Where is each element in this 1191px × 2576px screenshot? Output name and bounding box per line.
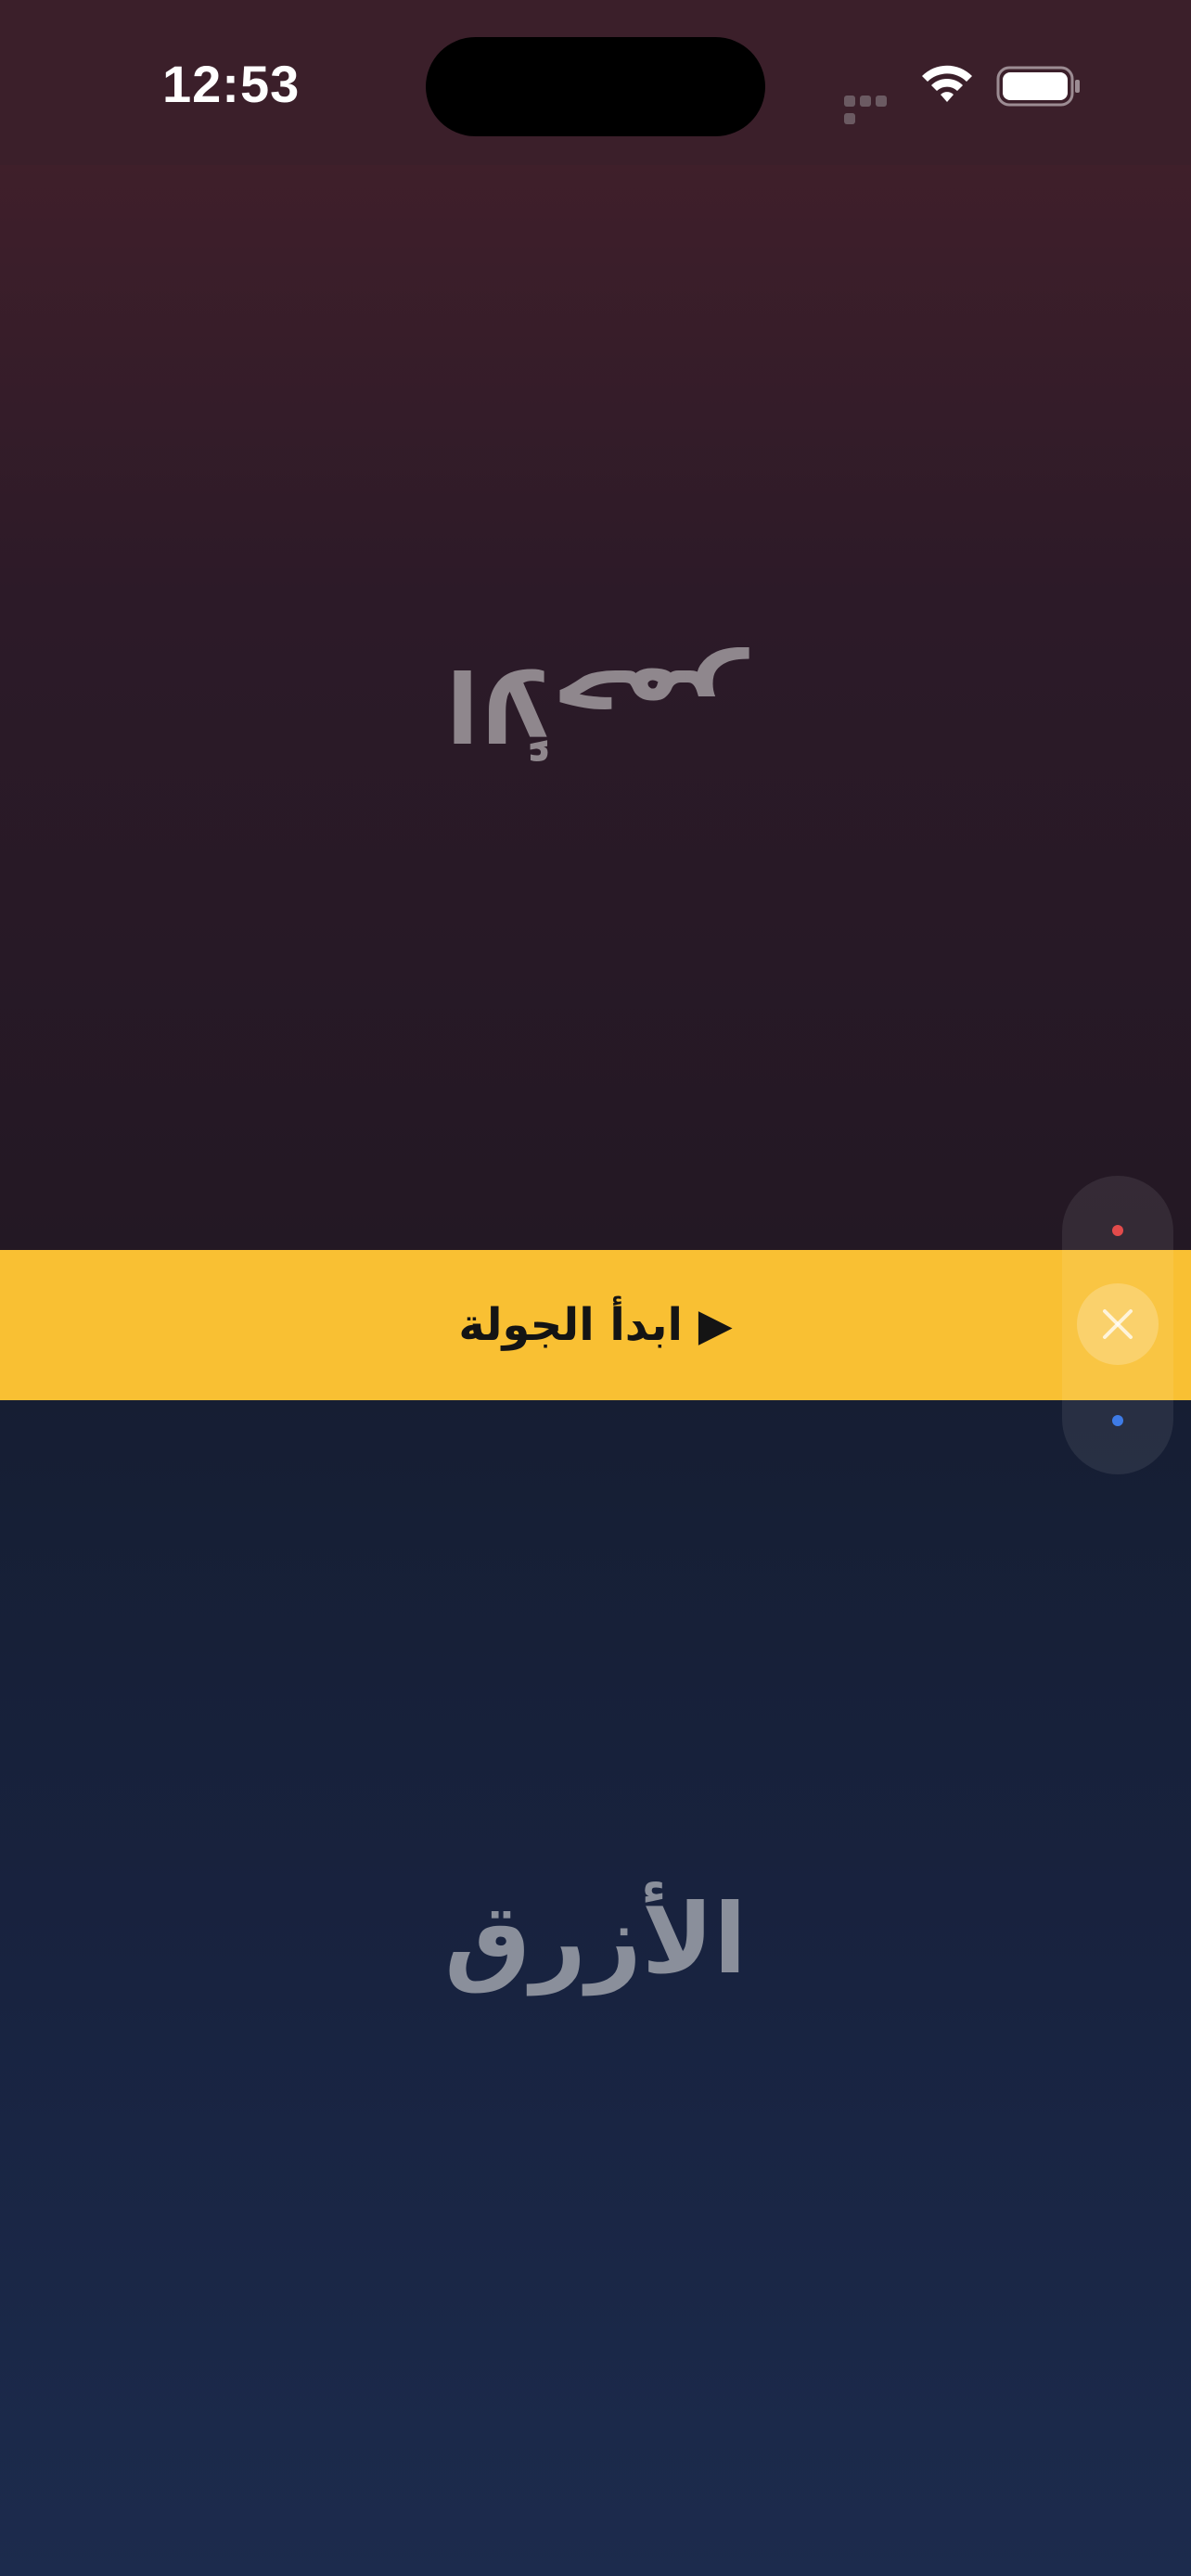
blue-team-area[interactable]: الأزرق (0, 1400, 1191, 2576)
close-icon (1103, 1309, 1133, 1339)
wifi-icon (922, 65, 972, 102)
red-team-label: الأحمر (445, 647, 746, 760)
blue-team-indicator (1112, 1415, 1123, 1426)
battery-icon (996, 66, 1080, 107)
status-bar: 12:53 (0, 0, 1191, 165)
red-team-indicator (1112, 1225, 1123, 1236)
red-team-area[interactable]: الأحمر (0, 165, 1191, 1250)
status-time: 12:53 (162, 55, 301, 113)
close-button[interactable] (1077, 1283, 1159, 1365)
signal-icon (844, 93, 905, 124)
blue-team-label: الأزرق (444, 1882, 747, 1996)
dynamic-island (426, 37, 765, 136)
game-screen: 12:53 الأحمر ▶ ابدأ الجولة الأزرق (0, 0, 1191, 2576)
start-round-button[interactable]: ▶ ابدأ الجولة (0, 1250, 1191, 1400)
start-round-label: ▶ ابدأ الجولة (458, 1299, 733, 1351)
